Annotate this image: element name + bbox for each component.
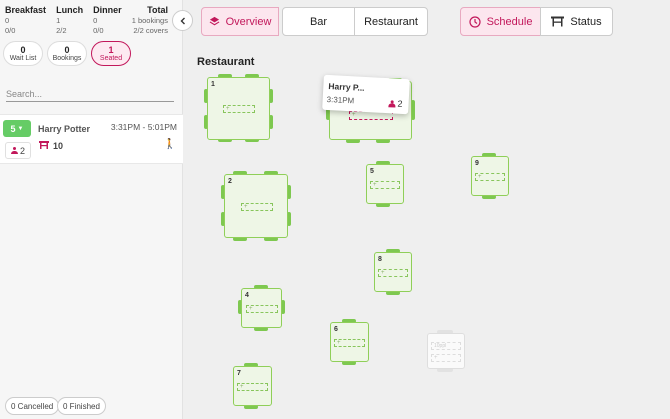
search-input[interactable] (6, 86, 174, 102)
summary-total-label: Total (147, 5, 168, 15)
status-label: Status (570, 15, 602, 28)
waitlist-pill[interactable]: 0 Wait List (3, 41, 43, 66)
seated-count: 1 (108, 44, 114, 55)
overview-button[interactable]: Overview (201, 7, 279, 36)
summary-total: Total 1 bookings 2/2 covers (132, 5, 168, 36)
bookings-count: 0 (64, 44, 70, 55)
table-7[interactable]: 7 + (233, 366, 272, 406)
table-5[interactable]: 5 + (366, 164, 404, 204)
drag-time: 3:31PM (326, 94, 355, 106)
summary-lunch-label: Lunch (56, 5, 84, 15)
table-number: 1 (211, 81, 215, 88)
sidebar: Breakfast 0 0/0 Lunch 1 2/2 Dinner 0 0/0… (0, 0, 183, 419)
layers-icon (209, 16, 219, 26)
table-2[interactable]: 2 + (224, 174, 288, 238)
overview-label: Overview (225, 15, 272, 28)
drag-covers: 2 (388, 98, 403, 109)
table-10-ghost[interactable]: 10ppl + (427, 333, 465, 369)
dragged-booking-card[interactable]: Harry P... 3:31PM 2 (322, 74, 410, 115)
status-button[interactable]: Status (540, 7, 613, 36)
summary-dinner-label: Dinner (93, 5, 122, 15)
booking-slot[interactable]: + (370, 181, 400, 189)
chevron-left-icon (180, 17, 185, 24)
floor-title: Restaurant (197, 56, 255, 68)
bar-tab[interactable]: Bar (282, 7, 355, 36)
bookings-label: Bookings (52, 54, 82, 62)
booking-slot: + (431, 354, 461, 362)
schedule-button[interactable]: Schedule (460, 7, 541, 36)
table-status-icon (551, 16, 565, 27)
table-number: 7 (237, 370, 241, 377)
filter-pills: 0 Wait List 0 Bookings 1 Seated (3, 41, 131, 66)
party-size-dropdown[interactable]: 5 ▼ (3, 120, 31, 137)
covers-value: 2 (19, 145, 25, 156)
booking-slot[interactable]: + (241, 203, 273, 211)
waitlist-label: Wait List (9, 54, 37, 62)
drag-covers-value: 2 (397, 98, 403, 109)
summary-dinner-bookings: 0 (93, 16, 98, 25)
summary-breakfast: Breakfast 0 0/0 (5, 5, 46, 36)
restaurant-label: Restaurant (364, 15, 418, 28)
table-1[interactable]: 1 + (207, 77, 270, 140)
table-9[interactable]: 9 + (471, 156, 509, 196)
walk-in-icon: 🚶 (163, 139, 176, 150)
table-number: 6 (334, 326, 338, 333)
service-summary: Breakfast 0 0/0 Lunch 1 2/2 Dinner 0 0/0… (5, 5, 168, 36)
restaurant-tab[interactable]: Restaurant (354, 7, 428, 36)
table-8[interactable]: 8 + (374, 252, 412, 292)
booking-row[interactable]: 5 ▼ 2 Harry Potter 3:31PM - 5:01PM 10 🚶 (0, 114, 183, 164)
summary-lunch-covers: 2/2 (56, 26, 67, 35)
finished-label: 0 Finished (63, 401, 100, 411)
cancelled-pill[interactable]: 0 Cancelled (5, 397, 60, 415)
booking-slot[interactable]: + (237, 383, 268, 391)
clock-icon (468, 15, 481, 28)
table-number: 8 (378, 256, 382, 263)
bookings-pill[interactable]: 0 Bookings (47, 41, 87, 66)
booking-slot[interactable]: + (246, 305, 278, 313)
summary-dinner: Dinner 0 0/0 (93, 5, 122, 36)
table-number: 9 (475, 160, 479, 167)
table-number: 5 (370, 168, 374, 175)
finished-pill[interactable]: 0 Finished (57, 397, 106, 415)
summary-total-bookings: 1 bookings (131, 16, 168, 25)
waitlist-count: 0 (20, 44, 26, 55)
summary-breakfast-bookings: 0 (5, 16, 10, 25)
drag-guest-name: Harry P... (328, 81, 365, 93)
booking-slot[interactable]: + (378, 269, 408, 277)
booking-slot[interactable]: + (223, 105, 255, 113)
summary-breakfast-covers: 0/0 (5, 26, 16, 35)
table-icon (39, 141, 49, 149)
collapse-sidebar-button[interactable] (172, 10, 193, 31)
guest-name: Harry Potter (38, 124, 91, 134)
summary-lunch-bookings: 1 (56, 16, 61, 25)
person-icon (10, 147, 18, 154)
summary-lunch: Lunch 1 2/2 (56, 5, 83, 36)
cancelled-label: 0 Cancelled (11, 401, 54, 411)
ghost-slot-label: 10ppl (431, 342, 461, 350)
summary-breakfast-label: Breakfast (5, 5, 47, 15)
bar-label: Bar (309, 15, 328, 28)
table-number: 2 (228, 178, 232, 185)
covers-badge: 2 (5, 142, 31, 159)
summary-total-covers: 2/2 covers (133, 26, 168, 35)
table-number: 4 (245, 292, 249, 299)
table-4[interactable]: 4 + (241, 288, 282, 328)
table-6[interactable]: 6 + (330, 322, 369, 362)
seated-label: Seated (99, 54, 123, 62)
booking-slot[interactable]: + (475, 173, 505, 181)
table-number: 10 (53, 141, 64, 151)
person-icon (388, 100, 395, 107)
booking-time: 3:31PM - 5:01PM (110, 122, 177, 132)
summary-dinner-covers: 0/0 (93, 26, 104, 35)
schedule-label: Schedule (486, 15, 533, 28)
chevron-down-icon: ▼ (17, 125, 24, 132)
party-size-value: 5 (10, 123, 16, 134)
booking-slot[interactable]: + (334, 339, 365, 347)
seated-pill[interactable]: 1 Seated (91, 41, 131, 66)
